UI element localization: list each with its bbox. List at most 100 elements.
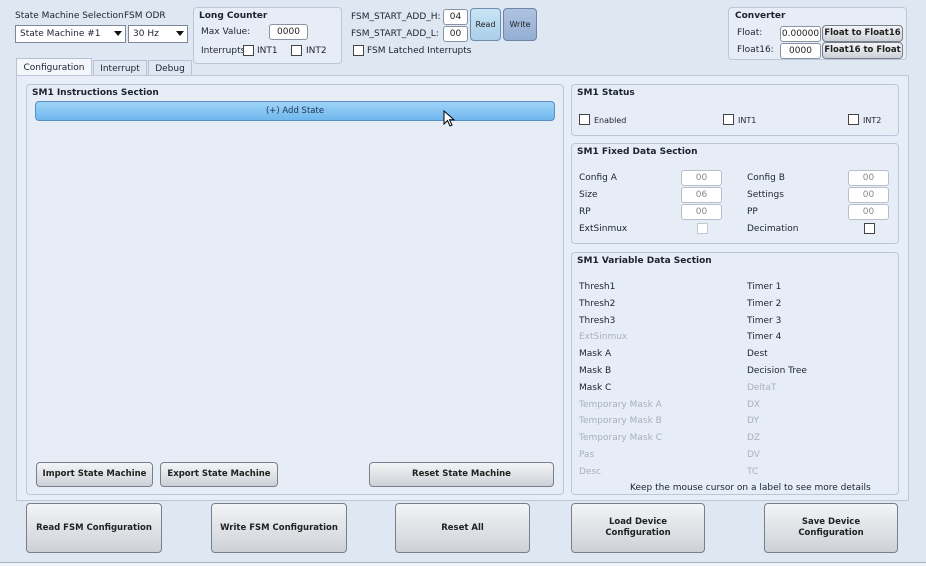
variable-field-label: DY: [747, 416, 759, 427]
tab-interrupt[interactable]: Interrupt: [93, 60, 147, 76]
fsm-latched-interrupts-checkbox[interactable]: [353, 45, 364, 56]
state-machine-select-value: State Machine #1: [20, 29, 101, 39]
status-title: SM1 Status: [577, 88, 635, 98]
variable-field-label: Decision Tree: [747, 366, 807, 376]
float16-label: Float16:: [737, 45, 774, 55]
export-state-machine-button[interactable]: Export State Machine: [160, 462, 278, 487]
fsm-start-add-h-label: FSM_START_ADD_H:: [351, 12, 441, 22]
float16-to-float-button[interactable]: Float16 to Float: [822, 42, 903, 59]
variable-field-label: Desc: [579, 466, 602, 477]
write-button[interactable]: Write: [503, 8, 537, 41]
long-counter-int1-checkbox[interactable]: [243, 45, 254, 56]
extsinmux-label: ExtSinmux: [579, 224, 628, 234]
long-counter-int2-checkbox[interactable]: [291, 45, 302, 56]
tab-debug[interactable]: Debug: [148, 60, 192, 76]
variable-field-label: Pas: [579, 450, 595, 460]
variable-field-label: Mask B: [579, 366, 612, 376]
variable-field-label: DeltaT: [747, 382, 777, 393]
variable-field-label: TC: [747, 466, 759, 477]
variable-field-label: Timer 3: [747, 315, 782, 326]
status-int2-checkbox[interactable]: [848, 114, 859, 125]
variable-field-label: Temporary Mask B: [579, 416, 662, 427]
variable-field-label: Timer 1: [747, 282, 782, 292]
fixed-data-title: SM1 Fixed Data Section: [577, 147, 698, 157]
sm-selection-label: State Machine Selection: [15, 11, 124, 21]
config-a-label: Config A: [579, 173, 617, 183]
reset-all-button[interactable]: Reset All: [395, 503, 530, 553]
variable-field-label: Thresh2: [579, 298, 616, 309]
max-value-label: Max Value:: [201, 27, 251, 37]
float-label: Float:: [737, 28, 763, 38]
variable-field-label: DX: [747, 399, 761, 410]
variable-field-label: DV: [747, 450, 760, 460]
variable-field-label: Thresh3: [579, 315, 616, 326]
fsm-latched-interrupts-label: FSM Latched Interrupts: [367, 46, 472, 56]
extsinmux-checkbox[interactable]: [697, 223, 708, 234]
long-counter-int1-label: INT1: [257, 46, 278, 56]
float-to-float16-button[interactable]: Float to Float16: [822, 25, 903, 42]
float16-field[interactable]: 0000: [780, 43, 821, 59]
tab-configuration[interactable]: Configuration: [16, 58, 92, 76]
pp-field[interactable]: 00: [848, 204, 889, 220]
long-counter-int2-label: INT2: [306, 46, 327, 56]
state-machine-select[interactable]: State Machine #1: [15, 25, 126, 43]
variable-data-title: SM1 Variable Data Section: [577, 256, 712, 266]
read-button[interactable]: Read: [470, 8, 501, 41]
read-fsm-configuration-button[interactable]: Read FSM Configuration: [26, 503, 162, 553]
pp-label: PP: [747, 207, 758, 217]
decimation-label: Decimation: [747, 224, 799, 234]
enabled-checkbox[interactable]: [579, 114, 590, 125]
config-a-field[interactable]: 00: [681, 170, 722, 186]
instructions-title: SM1 Instructions Section: [32, 88, 159, 98]
variable-data-section: SM1 Variable Data Section Thresh1 Thresh2…: [571, 252, 899, 495]
variable-field-label: Temporary Mask A: [579, 399, 662, 410]
add-state-button[interactable]: (+) Add State: [35, 101, 555, 121]
size-field[interactable]: 06: [681, 187, 722, 203]
converter-title: Converter: [735, 11, 786, 21]
chevron-down-icon: [114, 31, 122, 36]
variable-field-label: DZ: [747, 433, 761, 444]
mouse-cursor-icon: [443, 110, 456, 127]
variable-field-label: Thresh1: [579, 282, 616, 292]
converter-group: Converter Float: 0.00000 Float to Float1…: [728, 7, 907, 60]
size-label: Size: [579, 190, 598, 200]
variable-field-label: Temporary Mask C: [579, 433, 662, 444]
fsm-start-add-l-field[interactable]: 00: [443, 26, 468, 42]
variable-field-label: Mask A: [579, 349, 612, 360]
long-counter-group: Long Counter Max Value: 0000 Interrupts …: [193, 7, 342, 64]
status-section: SM1 Status Enabled INT1 INT2: [571, 84, 899, 136]
float-field[interactable]: 0.00000: [780, 26, 821, 42]
window-bottom-edge: [0, 562, 926, 566]
fsm-odr-label: FSM ODR: [124, 11, 166, 21]
status-int1-checkbox[interactable]: [723, 114, 734, 125]
interrupts-label: Interrupts: [201, 46, 246, 56]
import-state-machine-button[interactable]: Import State Machine: [36, 462, 153, 487]
fsm-start-add-h-field[interactable]: 04: [443, 9, 468, 25]
fsm-start-add-l-label: FSM_START_ADD_L:: [351, 29, 439, 39]
hint-text: Keep the mouse cursor on a label to see …: [630, 483, 871, 493]
settings-field[interactable]: 00: [848, 187, 889, 203]
fsm-odr-select[interactable]: 30 Hz: [128, 25, 188, 43]
rp-field[interactable]: 00: [681, 204, 722, 220]
status-int2-label: INT2: [863, 116, 882, 125]
config-b-field[interactable]: 00: [848, 170, 889, 186]
status-int1-label: INT1: [738, 116, 757, 125]
decimation-checkbox[interactable]: [864, 223, 875, 234]
variable-field-label: Mask C: [579, 382, 612, 393]
instructions-section: SM1 Instructions Section: [26, 84, 564, 495]
save-device-configuration-button[interactable]: Save Device Configuration: [764, 503, 898, 553]
settings-label: Settings: [747, 190, 784, 200]
variable-field-label: Dest: [747, 349, 768, 360]
enabled-label: Enabled: [594, 116, 627, 125]
write-fsm-configuration-button[interactable]: Write FSM Configuration: [211, 503, 347, 553]
reset-state-machine-button[interactable]: Reset State Machine: [369, 462, 554, 487]
max-value-field[interactable]: 0000: [269, 24, 308, 40]
config-b-label: Config B: [747, 173, 785, 183]
variable-field-label: Timer 4: [747, 332, 782, 343]
long-counter-title: Long Counter: [199, 11, 268, 21]
fixed-data-section: SM1 Fixed Data Section Config A 00 Size …: [571, 143, 899, 244]
variable-field-label: Timer 2: [747, 298, 782, 309]
rp-label: RP: [579, 207, 591, 217]
load-device-configuration-button[interactable]: Load Device Configuration: [571, 503, 705, 553]
variable-field-label: ExtSinmux: [579, 332, 628, 343]
